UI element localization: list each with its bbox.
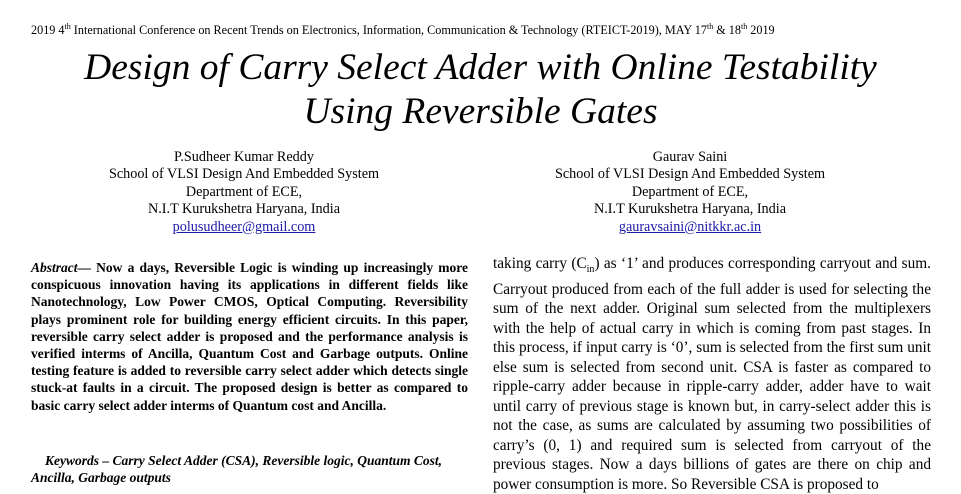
body-text-pre: taking carry (C bbox=[493, 255, 587, 272]
title-line-1: Design of Carry Select Adder with Online… bbox=[84, 47, 877, 88]
author-department: Department of ECE, bbox=[185, 183, 303, 200]
abstract: Abstract— Now a days, Reversible Logic i… bbox=[31, 259, 468, 414]
author-school: School of VLSI Design And Embedded Syste… bbox=[554, 166, 826, 183]
body-text-right-column: taking carry (Cin) as ‘1’ and produces c… bbox=[493, 254, 931, 494]
abstract-lead: Abstract— bbox=[31, 260, 92, 275]
author-email-link[interactable]: polusudheer@gmail.com bbox=[44, 219, 444, 236]
conference-name: International Conference on Recent Trend… bbox=[70, 23, 707, 38]
author-name: P.Sudheer Kumar Reddy bbox=[174, 149, 314, 165]
author-institute: N.I.T Kurukshetra Haryana, India bbox=[594, 201, 786, 218]
title-line-2: Using Reversible Gates bbox=[303, 91, 658, 132]
author-block-1: P.Sudheer Kumar Reddy School of VLSI Des… bbox=[44, 149, 444, 236]
author-name: Gaurav Saini bbox=[652, 149, 728, 165]
conference-date-end: 2019 bbox=[747, 23, 775, 38]
keywords: Keywords – Carry Select Adder (CSA), Rev… bbox=[31, 453, 443, 485]
author-school: School of VLSI Design And Embedded Syste… bbox=[108, 166, 380, 183]
conference-year: 2019 4 bbox=[31, 23, 65, 38]
conference-date-mid: & 18 bbox=[713, 23, 741, 38]
conference-header: 2019 4th International Conference on Rec… bbox=[31, 22, 931, 38]
body-text-post: ) as ‘1’ and produces corresponding carr… bbox=[493, 255, 931, 493]
author-institute: N.I.T Kurukshetra Haryana, India bbox=[148, 201, 340, 218]
abstract-body: Now a days, Reversible Logic is winding … bbox=[31, 260, 468, 413]
author-block-2: Gaurav Saini School of VLSI Design And E… bbox=[490, 149, 890, 236]
paper-title: Design of Carry Select Adder with Online… bbox=[20, 46, 941, 134]
author-email-link[interactable]: gauravsaini@nitkkr.ac.in bbox=[490, 219, 890, 236]
author-department: Department of ECE, bbox=[631, 183, 749, 200]
